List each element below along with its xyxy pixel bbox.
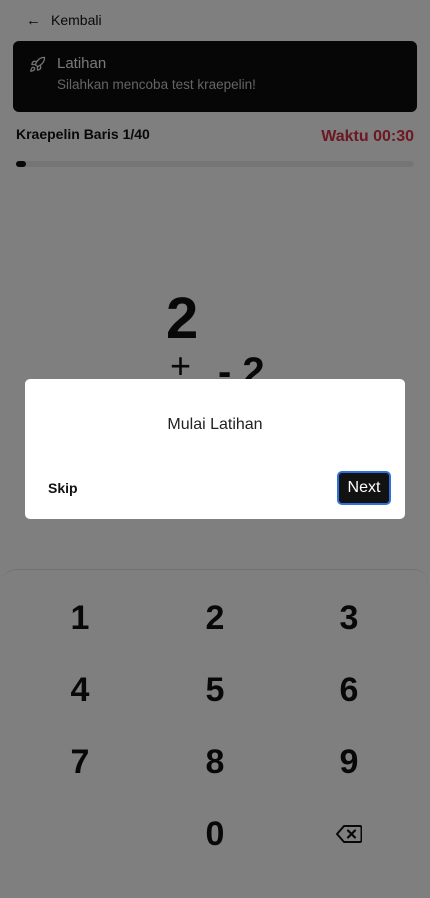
skip-button[interactable]: Skip <box>48 480 78 496</box>
start-practice-dialog: Mulai Latihan Skip Next <box>25 379 405 519</box>
next-button[interactable]: Next <box>337 471 391 505</box>
kraepelin-practice-screen: ← Kembali Latihan Silahkan mencoba test … <box>0 0 430 898</box>
dialog-title: Mulai Latihan <box>167 416 263 433</box>
